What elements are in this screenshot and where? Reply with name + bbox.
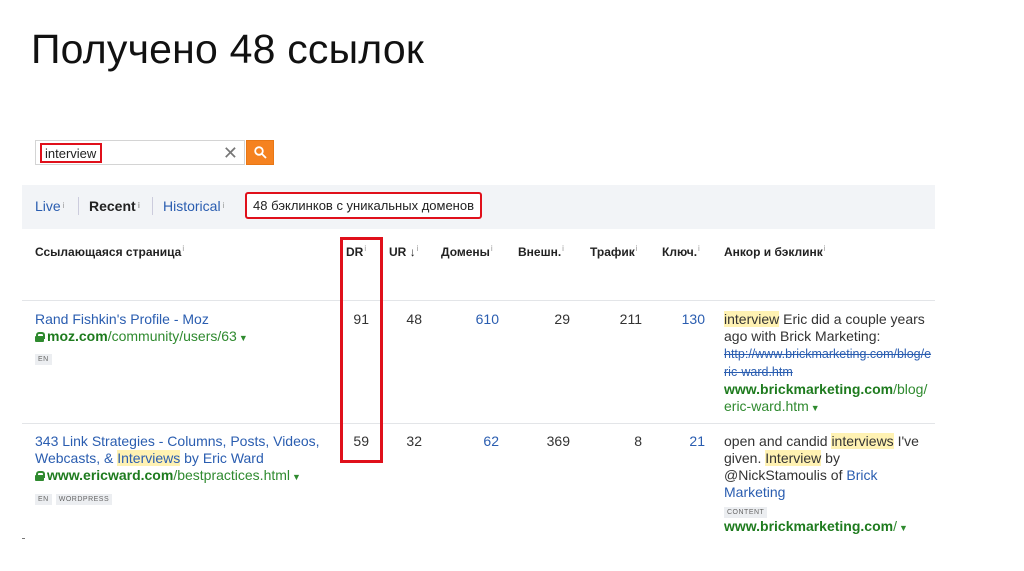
platform-tag: WORDPRESS xyxy=(55,494,113,505)
dr-column-highlight xyxy=(340,237,383,463)
keywords-value[interactable]: 21 xyxy=(660,433,705,449)
column-header-dr[interactable]: DRi xyxy=(346,244,366,259)
tab-divider xyxy=(152,197,153,215)
tab-live[interactable]: Live i xyxy=(35,198,64,214)
domains-value[interactable]: 62 xyxy=(450,433,499,449)
referring-page-title[interactable]: Rand Fishkin's Profile - Moz xyxy=(35,311,209,328)
slide-title: Получено 48 ссылок xyxy=(31,26,424,72)
backlink-url[interactable]: www.brickmarketing.com/▼ xyxy=(724,518,908,534)
referring-page-url[interactable]: moz.com/community/users/63 ▼ xyxy=(35,328,248,347)
content-tag: CONTENT xyxy=(724,507,768,518)
column-header-keywords[interactable]: Ключ.i xyxy=(662,244,700,259)
external-value: 369 xyxy=(546,433,570,449)
search-icon xyxy=(254,146,267,159)
tab-divider xyxy=(78,197,79,215)
external-value: 29 xyxy=(554,311,570,327)
chevron-down-icon[interactable]: ▼ xyxy=(811,403,820,413)
column-header-domains[interactable]: Доменыi xyxy=(441,244,493,259)
sort-down-icon: ↓ xyxy=(409,245,416,259)
language-tag: EN xyxy=(35,494,52,505)
language-tag: EN xyxy=(35,354,52,365)
column-header-referring-page[interactable]: Ссылающаяся страницаi xyxy=(35,244,184,259)
referring-page-url[interactable]: www.ericward.com/bestpractices.html ▼ xyxy=(35,467,301,486)
chevron-down-icon[interactable]: ▼ xyxy=(899,523,908,533)
chevron-down-icon[interactable]: ▼ xyxy=(239,333,248,343)
column-header-traffic[interactable]: Трафикi xyxy=(590,244,638,259)
lock-icon xyxy=(35,471,45,481)
search-button[interactable] xyxy=(246,140,274,165)
anchor-and-backlink: open and candid interviews I've given. I… xyxy=(724,433,919,534)
tab-historical[interactable]: Historical i xyxy=(163,198,224,214)
lost-link-url[interactable]: http://www.brickmarketing.com/blog/eric-… xyxy=(724,347,931,379)
traffic-value: 8 xyxy=(634,433,642,449)
backlinks-count-badge: 48 бэклинков с уникальных доменов xyxy=(245,192,482,219)
search-input[interactable]: interview xyxy=(40,143,103,163)
row-divider xyxy=(22,300,935,301)
filter-toolbar: Live i Recent i Historical i 48 бэклинков с… xyxy=(22,185,935,229)
column-header-ur[interactable]: UR ↓i xyxy=(389,244,418,259)
domains-value[interactable]: 610 xyxy=(450,311,499,327)
tab-recent[interactable]: Recent i xyxy=(89,198,140,214)
row-divider xyxy=(22,423,935,424)
lock-icon xyxy=(35,332,45,342)
backlink-url[interactable]: www.brickmarketing.com/blog/eric-ward.ht… xyxy=(724,381,927,414)
close-icon[interactable]: ✕ xyxy=(223,143,238,163)
info-icon: i xyxy=(62,201,65,210)
dr-value: 91 xyxy=(353,311,369,327)
column-header-anchor[interactable]: Анкор и бэклинкi xyxy=(724,244,826,259)
referring-page-title[interactable]: 343 Link Strategies - Columns, Posts, Vi… xyxy=(35,433,325,467)
ur-value: 48 xyxy=(406,311,422,327)
column-header-external[interactable]: Внешн.i xyxy=(518,244,564,259)
traffic-value: 211 xyxy=(619,311,642,327)
tag-list: EN WORDPRESS xyxy=(35,488,116,505)
dr-value: 59 xyxy=(353,433,369,449)
slide-mark xyxy=(22,538,25,539)
anchor-and-backlink: interview Eric did a couple years ago wi… xyxy=(724,311,932,414)
info-icon: i xyxy=(137,201,140,210)
tag-list: EN xyxy=(35,348,56,365)
chevron-down-icon[interactable]: ▼ xyxy=(292,472,301,482)
keywords-value[interactable]: 130 xyxy=(660,311,705,327)
search-box[interactable]: interview ✕ xyxy=(35,140,245,165)
info-icon: i xyxy=(222,201,225,210)
ur-value: 32 xyxy=(406,433,422,449)
